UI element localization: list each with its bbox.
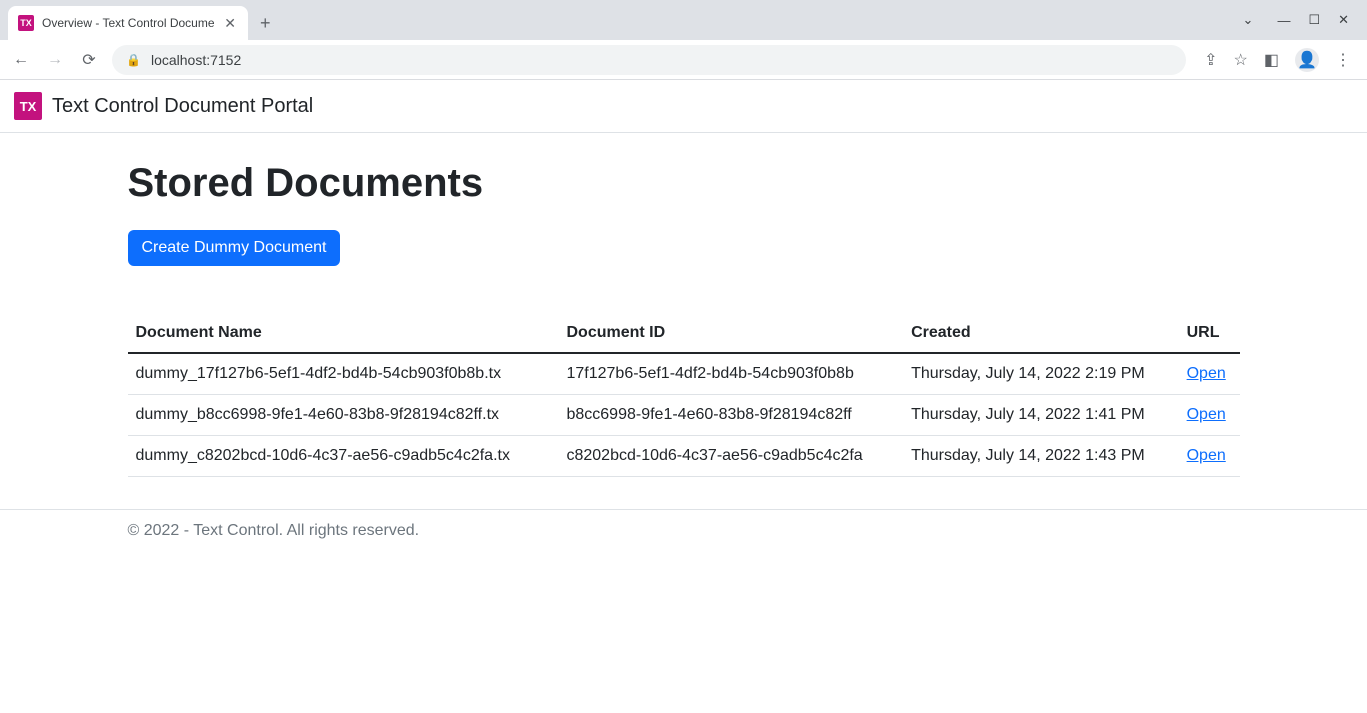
documents-table: Document Name Document ID Created URL du… bbox=[128, 314, 1240, 477]
menu-kebab-icon[interactable]: ⋮ bbox=[1335, 50, 1351, 70]
app-header: TX Text Control Document Portal bbox=[0, 80, 1367, 133]
new-tab-button[interactable]: + bbox=[260, 13, 271, 34]
back-icon[interactable]: ← bbox=[10, 51, 32, 69]
table-row: dummy_c8202bcd-10d6-4c37-ae56-c9adb5c4c2… bbox=[128, 436, 1240, 477]
main-content: Stored Documents Create Dummy Document D… bbox=[124, 161, 1244, 477]
col-header-url: URL bbox=[1179, 314, 1240, 353]
browser-toolbar: ← → ⟳ 🔒 localhost:7152 ⇪ ☆ ◧ 👤 ⋮ bbox=[0, 40, 1367, 80]
doc-name: dummy_17f127b6-5ef1-4df2-bd4b-54cb903f0b… bbox=[128, 353, 559, 395]
close-window-icon[interactable]: ✕ bbox=[1338, 12, 1349, 28]
doc-name: dummy_b8cc6998-9fe1-4e60-83b8-9f28194c82… bbox=[128, 395, 559, 436]
chevron-down-icon[interactable]: ⌄ bbox=[1243, 12, 1260, 28]
forward-icon: → bbox=[44, 51, 66, 69]
open-link[interactable]: Open bbox=[1187, 406, 1226, 423]
minimize-icon[interactable]: — bbox=[1277, 13, 1290, 28]
browser-tab[interactable]: TX Overview - Text Control Docume ✕ bbox=[8, 6, 248, 40]
col-header-id: Document ID bbox=[558, 314, 903, 353]
app-title[interactable]: Text Control Document Portal bbox=[52, 95, 313, 118]
doc-id: 17f127b6-5ef1-4df2-bd4b-54cb903f0b8b bbox=[558, 353, 903, 395]
doc-created: Thursday, July 14, 2022 1:41 PM bbox=[903, 395, 1179, 436]
address-text: localhost:7152 bbox=[151, 52, 241, 68]
app-logo-icon: TX bbox=[14, 92, 42, 120]
browser-chrome: TX Overview - Text Control Docume ✕ + ⌄ … bbox=[0, 0, 1367, 80]
col-header-name: Document Name bbox=[128, 314, 559, 353]
open-link[interactable]: Open bbox=[1187, 365, 1226, 382]
share-icon[interactable]: ⇪ bbox=[1204, 50, 1217, 70]
footer-text: © 2022 - Text Control. All rights reserv… bbox=[124, 510, 1244, 552]
col-header-created: Created bbox=[903, 314, 1179, 353]
doc-name: dummy_c8202bcd-10d6-4c37-ae56-c9adb5c4c2… bbox=[128, 436, 559, 477]
doc-created: Thursday, July 14, 2022 2:19 PM bbox=[903, 353, 1179, 395]
panel-icon[interactable]: ◧ bbox=[1264, 50, 1279, 70]
star-icon[interactable]: ☆ bbox=[1234, 50, 1248, 70]
page-title: Stored Documents bbox=[128, 161, 1240, 206]
window-controls: ⌄ — ☐ ✕ bbox=[1243, 12, 1367, 28]
table-row: dummy_17f127b6-5ef1-4df2-bd4b-54cb903f0b… bbox=[128, 353, 1240, 395]
tab-favicon-icon: TX bbox=[18, 15, 34, 31]
tab-strip: TX Overview - Text Control Docume ✕ + ⌄ … bbox=[0, 0, 1367, 40]
table-row: dummy_b8cc6998-9fe1-4e60-83b8-9f28194c82… bbox=[128, 395, 1240, 436]
doc-id: b8cc6998-9fe1-4e60-83b8-9f28194c82ff bbox=[558, 395, 903, 436]
open-link[interactable]: Open bbox=[1187, 447, 1226, 464]
doc-created: Thursday, July 14, 2022 1:43 PM bbox=[903, 436, 1179, 477]
create-dummy-button[interactable]: Create Dummy Document bbox=[128, 230, 341, 266]
profile-icon[interactable]: 👤 bbox=[1295, 48, 1319, 72]
doc-id: c8202bcd-10d6-4c37-ae56-c9adb5c4c2fa bbox=[558, 436, 903, 477]
tab-title: Overview - Text Control Docume bbox=[42, 16, 214, 30]
maximize-icon[interactable]: ☐ bbox=[1308, 12, 1320, 28]
close-tab-icon[interactable]: ✕ bbox=[222, 13, 238, 34]
address-bar[interactable]: 🔒 localhost:7152 bbox=[112, 45, 1186, 75]
lock-icon: 🔒 bbox=[126, 53, 141, 67]
reload-icon[interactable]: ⟳ bbox=[78, 50, 100, 70]
